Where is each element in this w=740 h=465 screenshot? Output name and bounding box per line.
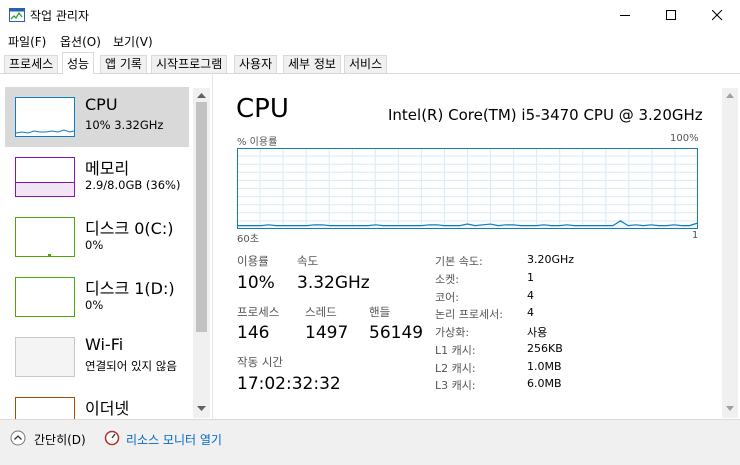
- spec-label: 코어:: [435, 291, 459, 304]
- handles-label: 핸들: [369, 305, 391, 319]
- graph-time-right: 1: [692, 230, 699, 241]
- tab-processes[interactable]: 프로세스: [4, 55, 59, 73]
- tab-users[interactable]: 사용자: [234, 55, 278, 73]
- sidebar-item-disk1[interactable]: 디스크 1(D:) 0%: [5, 267, 189, 327]
- sidebar-item-title: 메모리: [85, 159, 130, 178]
- sidebar-scroll-thumb[interactable]: [196, 102, 207, 332]
- processes-label: 프로세스: [237, 305, 280, 319]
- spec-value: 1.0MB: [527, 360, 562, 373]
- close-icon: [712, 10, 723, 21]
- scroll-up-icon: [726, 93, 734, 98]
- graph-util-label: % 이용률: [237, 137, 278, 148]
- handles-value: 56149: [369, 323, 424, 343]
- spec-value: 4: [527, 306, 534, 319]
- close-button[interactable]: [694, 0, 740, 30]
- maximize-icon: [666, 10, 676, 20]
- uptime-label: 작동 시간: [237, 355, 283, 369]
- sidebar-item-wifi[interactable]: Wi-Fi 연결되어 있지 않음: [5, 327, 189, 387]
- collapse-chevron-icon[interactable]: [10, 430, 26, 446]
- menu-options[interactable]: 옵션(O): [60, 33, 101, 50]
- scroll-up-icon: [197, 93, 206, 98]
- speed-value: 3.32GHz: [297, 273, 370, 293]
- sidebar-item-sub: 2.9/8.0GB (36%): [85, 178, 181, 192]
- threads-value: 1497: [305, 323, 349, 343]
- sidebar-item-title: 이더넷: [85, 399, 130, 418]
- menu-bar: [0, 30, 740, 52]
- spec-value: 사용: [527, 326, 548, 339]
- spec-value: 3.20GHz: [527, 253, 575, 266]
- cpu-heading: CPU: [236, 94, 289, 124]
- sidebar-item-memory[interactable]: 메모리 2.9/8.0GB (36%): [5, 147, 189, 207]
- spec-label: 기본 속도:: [435, 255, 483, 268]
- speed-label: 속도: [297, 254, 319, 268]
- tab-startup[interactable]: 시작프로그램: [151, 55, 228, 73]
- cpu-thumbnail: [15, 97, 75, 137]
- resource-monitor-icon[interactable]: [104, 430, 120, 446]
- threads-label: 스레드: [305, 305, 337, 319]
- collapse-button[interactable]: 간단히(D): [34, 431, 86, 448]
- task-manager-icon: [9, 8, 25, 22]
- sidebar-item-title: CPU: [85, 95, 118, 114]
- processes-value: 146: [237, 323, 270, 343]
- maximize-button[interactable]: [648, 0, 694, 30]
- sidebar-item-sub: 0%: [85, 298, 104, 312]
- sidebar-item-ethernet[interactable]: 이더넷: [5, 387, 189, 419]
- spec-label: 소켓:: [435, 273, 459, 286]
- menu-file[interactable]: 파일(F): [8, 33, 46, 50]
- tab-performance[interactable]: 성능: [62, 52, 95, 74]
- graph-time-left: 60초: [237, 234, 259, 245]
- uptime-value: 17:02:32:32: [237, 374, 341, 394]
- spec-value: 256KB: [527, 342, 563, 355]
- tab-details[interactable]: 세부 정보: [283, 55, 341, 73]
- cpu-utilization-graph: [237, 148, 698, 229]
- spec-label: L1 캐시:: [435, 344, 476, 357]
- graph-max-label: 100%: [670, 133, 699, 144]
- window-title: 작업 관리자: [30, 9, 90, 23]
- spec-value: 4: [527, 289, 534, 302]
- spec-label: 가상화:: [435, 326, 470, 339]
- main-scrollbar[interactable]: [722, 88, 738, 418]
- sidebar-item-title: 디스크 1(D:): [85, 279, 175, 298]
- spec-label: L2 캐시:: [435, 362, 476, 375]
- cpu-model: Intel(R) Core(TM) i5-3470 CPU @ 3.20GHz: [388, 106, 703, 124]
- wifi-thumbnail: [15, 337, 75, 377]
- sidebar-item-sub: 10% 3.32GHz: [85, 118, 164, 132]
- tab-services[interactable]: 서비스: [344, 55, 388, 73]
- utilization-value: 10%: [237, 273, 275, 293]
- menu-view[interactable]: 보기(V): [113, 33, 153, 50]
- memory-thumbnail: [15, 157, 75, 197]
- spec-value: 1: [527, 271, 534, 284]
- disk0-thumbnail: [15, 217, 75, 257]
- ethernet-thumbnail: [15, 397, 75, 419]
- sidebar-item-cpu[interactable]: CPU 10% 3.32GHz: [5, 87, 189, 147]
- sidebar-item-sub: 0%: [85, 238, 104, 252]
- utilization-label: 이용률: [237, 254, 269, 268]
- disk1-thumbnail: [15, 277, 75, 317]
- cpu-graph-svg: [237, 148, 698, 229]
- scroll-down-icon: [726, 406, 734, 411]
- sidebar-item-title: 디스크 0(C:): [85, 219, 174, 238]
- minimize-button[interactable]: [602, 0, 648, 30]
- open-resource-monitor-link[interactable]: 리소스 모니터 열기: [126, 431, 222, 448]
- spec-label: 논리 프로세서:: [435, 308, 503, 321]
- minimize-icon: [620, 15, 630, 16]
- spec-label: L3 캐시:: [435, 379, 476, 392]
- spec-value: 6.0MB: [527, 377, 562, 390]
- sidebar-item-title: Wi-Fi: [85, 335, 124, 354]
- sidebar-item-sub: 연결되어 있지 않음: [85, 359, 177, 373]
- tab-app-history[interactable]: 앱 기록: [100, 55, 147, 73]
- scroll-down-icon: [197, 406, 206, 411]
- sidebar-item-disk0[interactable]: 디스크 0(C:) 0%: [5, 207, 189, 267]
